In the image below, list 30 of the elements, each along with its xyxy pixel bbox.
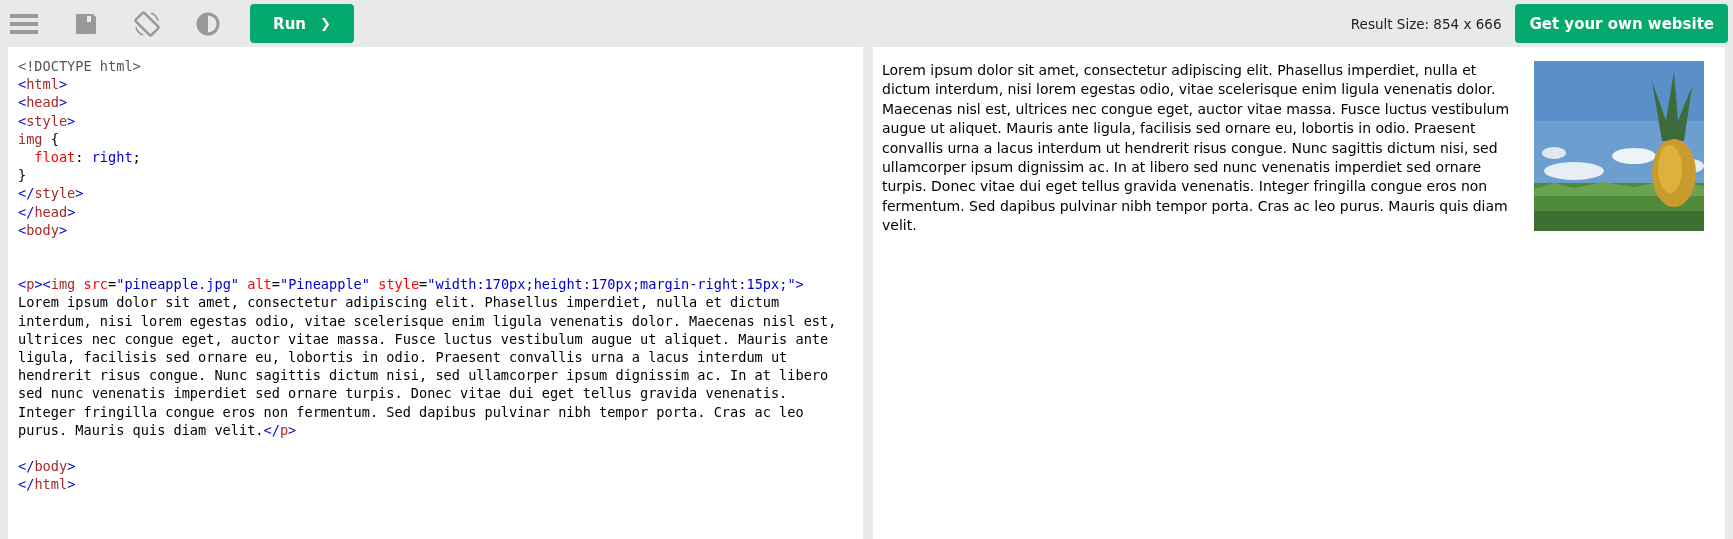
code-line: <!DOCTYPE html> xyxy=(18,57,141,76)
code-line: } xyxy=(18,166,27,185)
code-line: Integer fringilla congue eros non fermentum. Sed dapibus pulvinar nibh tempor porta. Cras ac leo xyxy=(18,402,804,421)
rotate-icon[interactable] xyxy=(132,8,162,39)
code-line: </style> xyxy=(18,184,84,203)
code-line: Lorem ipsum dolor sit amet, consectetur adipiscing elit. Phasellus imperdiet, nulla et dictum xyxy=(18,293,780,312)
result-paragraph: Lorem ipsum dolor sit amet, consectetur adipiscing elit. Phasellus imperdiet, nulla et dictum interdum, nisi lorem egestas odio, vitae scelerisque enim ligula venenatis dolor. Maecenas nisl est, ultrices nec congue eget, auctor vitae massa. Fusce luctus vestibulum augue ut aliquet. Mauris ante ligula, facilisis sed ornare eu, lobortis in odio. Praesent convallis urna a lacus interdum ut hendrerit risus congue. Nunc sagittis dictum nisi, sed ullamcorper ipsum dignissim ac. In at libero sed nunc venenatis imperdiet sed ornare turpis. Donec vitae dui eget tellus gravida venenatis. Integer fringilla congue eros non fermentum. Sed dapibus pulvinar nibh tempor porta. Cras ac leo purus. Mauris quis diam velit. xyxy=(882,61,1511,236)
code-line: </html> xyxy=(18,475,76,494)
code-line: interdum, nisi lorem egestas odio, vitae scelerisque enim ligula venenatis dolor. Maecenas nisl est, xyxy=(18,311,837,330)
code-line: <html> xyxy=(18,75,68,94)
code-line: ligula, facilisis sed ornare eu, lobortis in odio. Praesent convallis urna a lacus interdum ut xyxy=(18,348,788,367)
own-website-button[interactable]: Get your own website xyxy=(1515,4,1728,43)
code-line: hendrerit risus congue. Nunc sagittis dictum nisi, sed ullamcorper ipsum dignissim ac. In at libero xyxy=(18,366,829,385)
code-line: sed nunc venenatis imperdiet sed ornare turpis. Donec vitae dui eget tellus gravida venenatis. xyxy=(18,384,788,403)
menu-icon[interactable] xyxy=(10,11,38,36)
code-line: <body> xyxy=(18,220,68,239)
code-line: </body> xyxy=(18,457,76,476)
code-line: ultrices nec congue eget, auctor vitae massa. Fusce luctus vestibulum augue ut aliquet. Mauris ante xyxy=(18,329,829,348)
code-line: <style> xyxy=(18,111,76,130)
code-line: <p><img src="pineapple.jpg" alt="Pineapple" style="width:170px;height:170px;margin-right:15px;"> xyxy=(18,275,804,294)
code-line: float: right; xyxy=(33,147,141,167)
code-line: <head> xyxy=(18,93,68,112)
result-size-label: Result Size: 854 x 666 xyxy=(1350,15,1502,32)
code-line: img { xyxy=(18,129,59,148)
code-line: purus. Mauris quis diam velit.</p> xyxy=(18,420,297,439)
save-icon[interactable] xyxy=(74,11,98,36)
run-button[interactable]: Run ❯ xyxy=(250,4,354,43)
contrast-icon[interactable] xyxy=(196,11,220,36)
code-editor[interactable] xyxy=(8,47,863,539)
code-line: </head> xyxy=(18,202,76,221)
